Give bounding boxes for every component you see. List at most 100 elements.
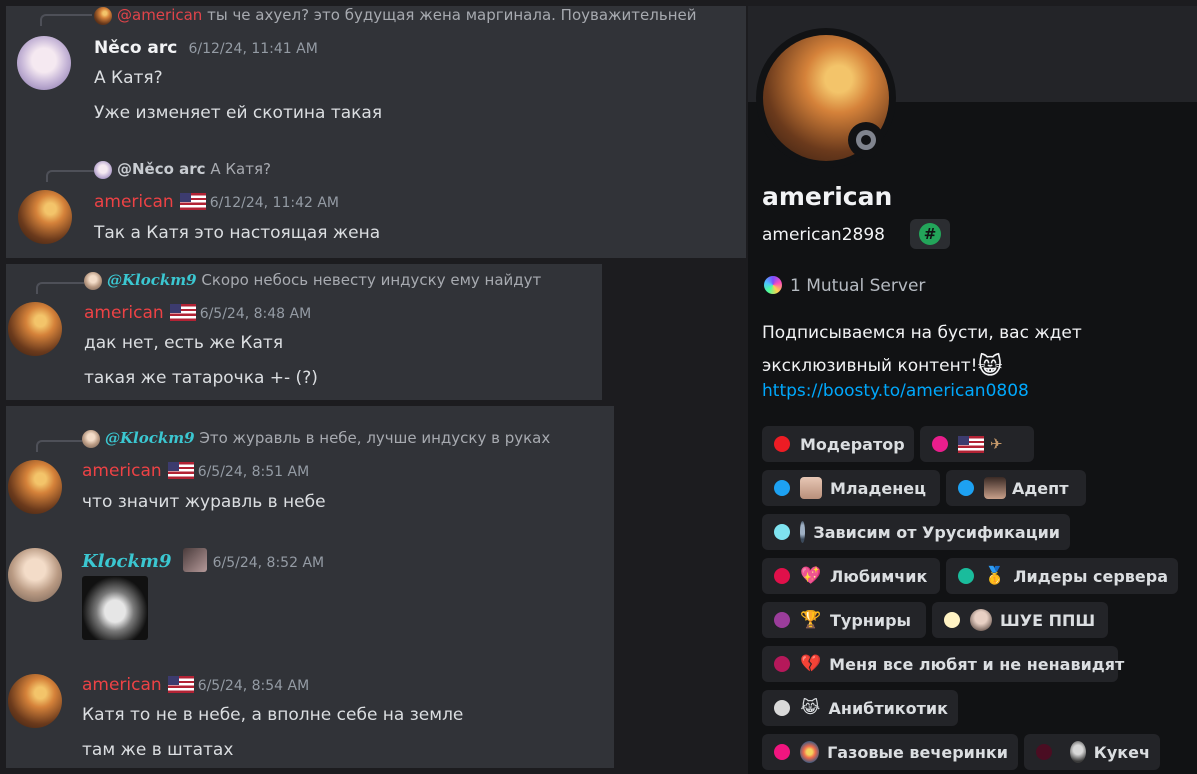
status-offline-icon [848, 122, 884, 158]
message-header: american 6/5/24, 8:48 AM [84, 303, 311, 323]
role-label: Анибтикотик [828, 698, 949, 718]
message-header: american 6/5/24, 8:54 AM [82, 675, 309, 695]
timestamp: 6/5/24, 8:48 AM [199, 306, 312, 322]
timestamp: 6/12/24, 11:42 AM [209, 195, 340, 211]
role-label: Модератор [800, 434, 905, 454]
role-pill[interactable]: 💔 Меня все любят и не ненавидят [762, 646, 1124, 682]
trophy-icon: 🏆 [800, 610, 822, 630]
username: american2898 [762, 225, 885, 245]
author-name[interactable]: american [82, 461, 162, 481]
avatar-neco-arc[interactable] [17, 36, 71, 90]
role-color-dot [774, 744, 790, 760]
timestamp: 6/5/24, 8:52 AM [212, 555, 325, 571]
bio-link[interactable]: https://boosty.to/american0808 [762, 381, 1029, 401]
role-color-dot [774, 700, 790, 716]
mutual-servers[interactable]: 1 Mutual Server [764, 276, 925, 296]
face-icon [984, 477, 1006, 499]
role-label: Младенец [830, 478, 926, 498]
role-pill[interactable]: Газовые вечеринки [762, 734, 1018, 770]
avatar [84, 271, 102, 290]
reply-preview[interactable]: @Něco arc А Катя? [94, 160, 271, 179]
message-text: дак нет, есть же Катя [84, 333, 284, 353]
reply-author[interactable]: @𝑲𝒍𝒐𝒄𝒌𝒎9 [107, 271, 197, 289]
image-attachment[interactable] [82, 576, 148, 640]
display-name: american [762, 182, 893, 211]
timestamp: 6/12/24, 11:41 AM [188, 41, 318, 57]
bio-line: Подписываемся на бусти, вас ждет [762, 323, 1082, 343]
role-color-dot [944, 612, 960, 628]
message-header: american 6/5/24, 8:51 AM [82, 461, 309, 481]
reply-preview[interactable]: @𝑲𝒍𝒐𝒄𝒌𝒎9 Скоро небось невесту индуску ем… [84, 271, 541, 290]
role-color-dot [774, 480, 790, 496]
party-icon [800, 741, 820, 763]
role-icon [182, 548, 207, 572]
author-name[interactable]: american [82, 675, 162, 695]
role-label: ШУЕ ППШ [1000, 610, 1096, 630]
role-label: Турниры [830, 610, 911, 630]
author-name[interactable]: american [94, 192, 174, 212]
role-color-dot [774, 524, 790, 540]
timestamp: 6/5/24, 8:54 AM [197, 678, 310, 694]
message-text: Уже изменяет ей скотина такая [94, 103, 383, 123]
message-text: Так а Катя это настоящая жена [94, 223, 381, 243]
reply-text: Это журавль в небе, лучше индуску в рука… [199, 429, 551, 447]
message-text: Катя то не в небе, а вполне себе на земл… [82, 705, 464, 725]
role-pill[interactable]: Младенец [762, 470, 940, 506]
role-label: Меня все любят и не ненавидят [829, 654, 1125, 674]
author-name[interactable]: 𝑲𝒍𝒐𝒄𝒌𝒎9 [82, 551, 172, 572]
role-pill[interactable]: Кукеч [1024, 734, 1160, 770]
reply-preview[interactable]: @american ты че ахуел? это будущая жена … [94, 6, 696, 25]
role-pill[interactable]: Модератор [762, 426, 914, 462]
avatar [94, 160, 112, 179]
role-color-dot [958, 568, 974, 584]
role-label: Лидеры сервера [1013, 566, 1168, 586]
avatar [94, 6, 112, 25]
author-name[interactable]: Něco arc [94, 38, 177, 58]
role-color-dot [774, 436, 790, 452]
baby-face-icon [800, 477, 822, 499]
role-pill[interactable]: 🏆 Турниры [762, 602, 926, 638]
mention[interactable]: @american [117, 6, 202, 24]
avatar-american[interactable] [8, 302, 62, 356]
role-label: Кукеч [1093, 742, 1150, 762]
reply-text: ты че ахуел? это будущая жена маргинала.… [207, 6, 697, 24]
role-label: Адепт [1012, 478, 1069, 498]
us-flag-icon [958, 435, 984, 453]
role-pill[interactable]: Зависим от Урусификации [762, 514, 1070, 550]
message-text: что значит журавль в небе [82, 492, 326, 512]
role-label: Зависим от Урусификации [813, 522, 1060, 542]
role-pill[interactable]: 💖 Любимчик [762, 558, 940, 594]
role-color-dot [932, 436, 948, 452]
role-color-dot [774, 612, 790, 628]
us-flag-icon [169, 304, 196, 321]
role-pill[interactable]: 🥇 Лидеры сервера [946, 558, 1178, 594]
reply-author[interactable]: @Něco arc [117, 160, 206, 178]
message-header: 𝑲𝒍𝒐𝒄𝒌𝒎9 6/5/24, 8:52 AM [82, 548, 324, 572]
avatar-klockm9[interactable] [8, 548, 62, 602]
role-color-dot [1036, 744, 1052, 760]
role-pill[interactable]: 😹 Анибтикотик [762, 690, 958, 726]
person-icon [800, 521, 806, 543]
message-text: такая же татарочка +- (?) [84, 368, 318, 388]
us-flag-icon [167, 462, 194, 479]
cat-emoji: 😸 [977, 352, 1003, 380]
avatar-american[interactable] [8, 674, 62, 728]
message-text: А Катя? [94, 68, 163, 88]
role-pill[interactable]: ✈ [920, 426, 1034, 462]
hashtag-badge-icon[interactable]: # [910, 219, 950, 249]
avatar [82, 429, 100, 448]
eagle-icon: ✈ [990, 435, 1003, 453]
message-text: там же в штатах [82, 740, 234, 760]
reply-preview[interactable]: @𝑲𝒍𝒐𝒄𝒌𝒎9 Это журавль в небе, лучше индус… [82, 429, 550, 448]
heart-icon: 💖 [800, 566, 822, 586]
avatar-american[interactable] [18, 190, 72, 244]
role-pill[interactable]: ШУЕ ППШ [932, 602, 1108, 638]
reply-author[interactable]: @𝑲𝒍𝒐𝒄𝒌𝒎9 [105, 429, 195, 447]
role-pill[interactable]: Адепт [946, 470, 1086, 506]
author-name[interactable]: american [84, 303, 164, 323]
reply-text: Скоро небось невесту индуску ему найдут [201, 271, 542, 289]
message-header: Něco arc 6/12/24, 11:41 AM [94, 38, 318, 58]
avatar-american[interactable] [8, 460, 62, 514]
cat-joy-icon: 😹 [800, 698, 821, 718]
bio-text: эксклюзивный контент! [762, 356, 978, 376]
